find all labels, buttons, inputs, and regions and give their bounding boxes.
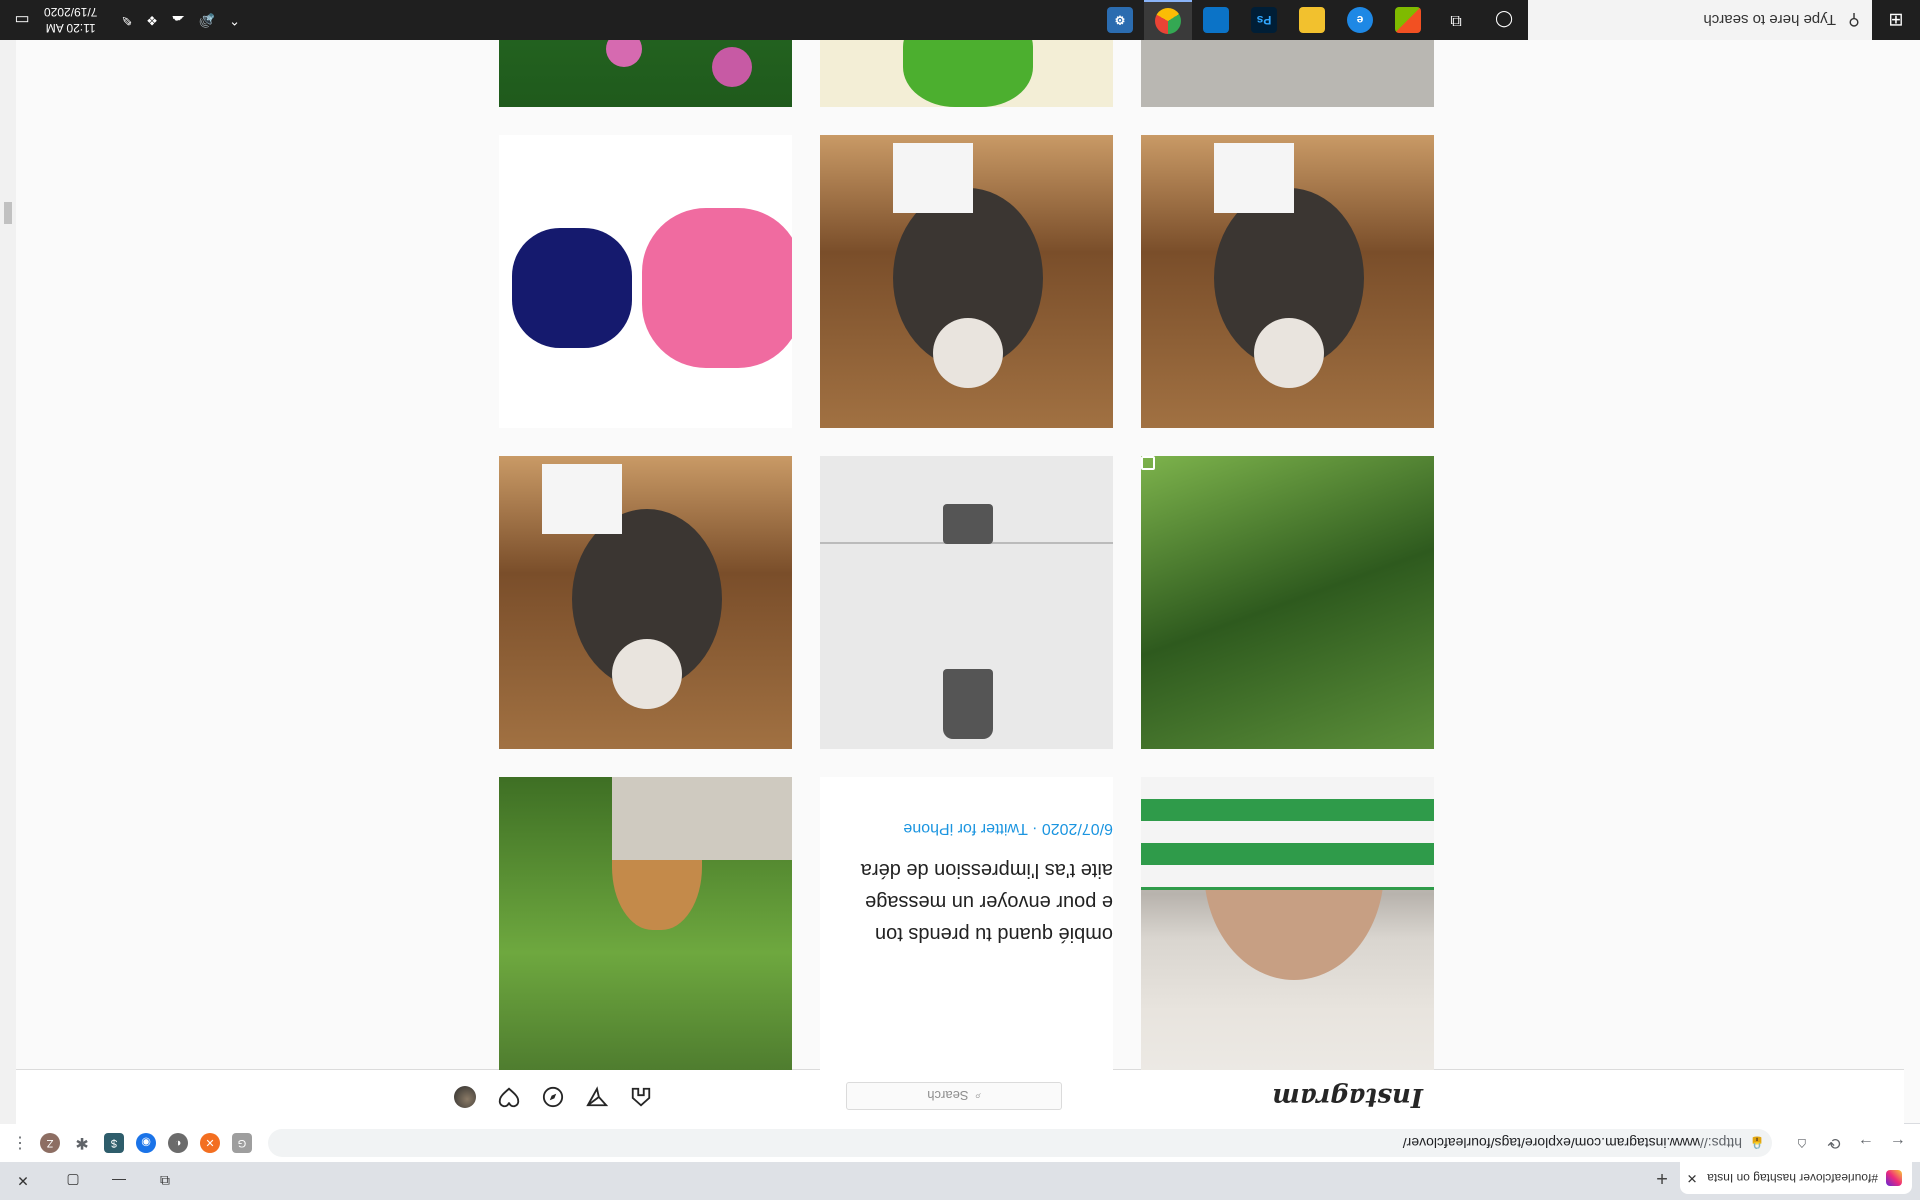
extension-g-icon[interactable]: G [232, 1133, 252, 1153]
edge-icon[interactable]: e [1336, 0, 1384, 40]
address-bar[interactable]: 🔒 https:// www.instagram.com/explore/tag… [268, 1129, 1772, 1157]
multi-image-icon [1141, 456, 1159, 474]
file-explorer-icon[interactable] [1288, 0, 1336, 40]
clock-time: 11:20 AM [45, 21, 96, 35]
search-icon: ⌕ [974, 1090, 981, 1103]
tab-title: #fourleafclover hashtag on Insta [1707, 1171, 1878, 1185]
browser-tab-bar: #fourleafclover hashtag on Insta ✕ + ⧉ —… [0, 1162, 1920, 1200]
profile-avatar-icon[interactable] [452, 1084, 478, 1110]
forward-arrow-icon[interactable]: → [1852, 1129, 1880, 1157]
vertical-scrollbar[interactable] [0, 40, 16, 1124]
extensions-puzzle-icon[interactable]: ✱ [72, 1133, 92, 1153]
post-thumbnail-selfie[interactable] [1141, 777, 1434, 1070]
windows-taskbar: ⊞ ⚲ Type here to search ◯ ⧉ e Ps ⚙ ⌃ 🔊 ☁… [0, 0, 1920, 40]
reload-icon[interactable]: ⟳ [1820, 1129, 1848, 1157]
post-thumbnail-kitten-3[interactable] [820, 135, 1113, 428]
lock-icon: 🔒 [1749, 1136, 1765, 1150]
post-thumbnail-clover-grass[interactable] [1141, 456, 1434, 749]
back-arrow-icon[interactable]: ← [1884, 1129, 1912, 1157]
post-thumbnail-dog-clover[interactable] [499, 777, 792, 1070]
windows-start-icon[interactable]: ⊞ [1872, 0, 1920, 40]
search-placeholder: Search [927, 1088, 969, 1104]
post-thumbnail-clover-sketch[interactable] [820, 456, 1113, 749]
minimize-button[interactable]: — [96, 1162, 142, 1200]
task-view-icon[interactable]: ⧉ [1432, 0, 1480, 40]
post-thumbnail-tweet[interactable]: ombié quand tu prends ton e pour envoyer… [820, 777, 1113, 1070]
action-center-icon[interactable]: ▭ [0, 0, 44, 40]
microsoft-store-icon[interactable] [1384, 0, 1432, 40]
extension-x-icon[interactable]: ✕ [200, 1133, 220, 1153]
chrome-menu-icon[interactable]: ⋮ [10, 1133, 30, 1153]
url-text: www.instagram.com/explore/tags/fourleafc… [1402, 1135, 1700, 1151]
explore-compass-icon[interactable] [540, 1084, 566, 1110]
extension-blue-icon[interactable]: ◉ [136, 1133, 156, 1153]
instagram-logo[interactable]: Instagram [1272, 1082, 1423, 1112]
onedrive-icon[interactable]: ☁ [172, 12, 185, 28]
chrome-icon[interactable] [1144, 0, 1192, 40]
post-thumbnail-kitten-2[interactable] [1141, 135, 1434, 428]
scrollbar-thumb[interactable] [4, 202, 12, 224]
restore-button[interactable]: ⧉ [142, 1162, 188, 1200]
post-thumbnail-kitten[interactable] [499, 456, 792, 749]
instagram-favicon-icon [1886, 1170, 1902, 1186]
tweet-line-3: aite t'as l'impression de déra [860, 859, 1113, 881]
hashtag-post-grid: ombié quand tu prends ton e pour envoyer… [16, 0, 1904, 1070]
tweet-meta: 6/07/2020 · Twitter for iPhone [903, 820, 1113, 837]
cortana-icon[interactable]: ◯ [1480, 0, 1528, 40]
profile-avatar[interactable]: Z [40, 1133, 60, 1153]
home-icon[interactable]: ⌂ [1788, 1129, 1816, 1157]
tweet-line-2: e pour envoyer un message [865, 891, 1113, 913]
close-window-button[interactable]: ✕ [0, 1162, 46, 1200]
browser-toolbar: ← → ⟳ ⌂ 🔒 https:// www.instagram.com/exp… [0, 1123, 1920, 1162]
close-tab-icon[interactable]: ✕ [1680, 1170, 1704, 1186]
system-tray: ⌃ 🔊 ☁ ❖ ✎ [121, 0, 240, 40]
taskbar-search-placeholder: Type here to search [1703, 11, 1836, 29]
extension-dark-icon[interactable]: $ [104, 1133, 124, 1153]
clock-date: 7/19/2020 [44, 5, 98, 19]
show-hidden-icons-chevron-icon[interactable]: ⌃ [229, 12, 240, 28]
maximize-button[interactable]: ▢ [50, 1162, 96, 1200]
direct-message-icon[interactable] [584, 1084, 610, 1110]
pen-icon[interactable]: ✎ [121, 12, 132, 28]
rotated-screen: #fourleafclover hashtag on Insta ✕ + ⧉ —… [0, 0, 1920, 1200]
browser-tab[interactable]: #fourleafclover hashtag on Insta ✕ [1680, 1162, 1912, 1194]
search-input[interactable]: ⌕ Search [846, 1082, 1062, 1110]
photoshop-icon[interactable]: Ps [1240, 0, 1288, 40]
activity-heart-icon[interactable] [496, 1084, 522, 1110]
home-nav-icon[interactable] [628, 1084, 654, 1110]
photos-icon[interactable] [1192, 0, 1240, 40]
instagram-header: Instagram ⌕ Search [0, 1069, 1904, 1124]
extension-circle-icon[interactable]: ◐ [168, 1133, 188, 1153]
volume-icon[interactable]: 🔊 [199, 12, 215, 28]
taskbar-search-box[interactable]: ⚲ Type here to search [1528, 0, 1872, 40]
post-thumbnail-clover-molds[interactable] [499, 135, 792, 428]
dropbox-icon[interactable]: ❖ [146, 12, 158, 28]
settings-icon[interactable]: ⚙ [1096, 0, 1144, 40]
url-scheme: https:// [1699, 1135, 1742, 1151]
taskbar-clock[interactable]: 11:20 AM 7/19/2020 [44, 0, 97, 40]
new-tab-button[interactable]: + [1648, 1164, 1676, 1192]
search-icon: ⚲ [1848, 11, 1860, 28]
tweet-line-1: ombié quand tu prends ton [875, 923, 1113, 945]
